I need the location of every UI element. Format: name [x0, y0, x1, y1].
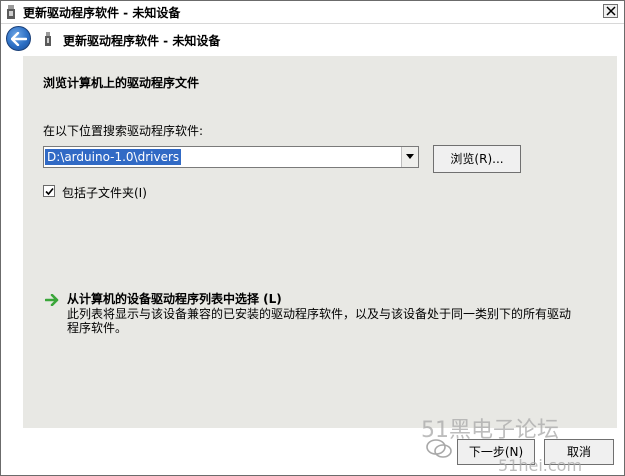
- green-arrow-icon: [44, 293, 59, 307]
- chevron-down-icon: [406, 154, 414, 159]
- pick-driver-link[interactable]: 从计算机的设备驱动程序列表中选择 (L): [67, 290, 282, 307]
- pick-driver-description: 此列表将显示与该设备兼容的已安装的驱动程序软件，以及与该设备处于同一类别下的所有…: [67, 307, 572, 335]
- dialog-window: 更新驱动程序软件 - 未知设备 更新驱动程序软件 - 未知设备 浏览计算机上的驱…: [0, 0, 625, 476]
- window-title: 更新驱动程序软件 - 未知设备: [23, 6, 181, 20]
- back-arrow-icon: [11, 32, 27, 46]
- nav-title: 更新驱动程序软件 - 未知设备: [63, 34, 221, 48]
- usb-device-icon: [5, 5, 17, 19]
- watermark-text: 51黑电子论坛: [421, 418, 559, 443]
- watermark-site: 51hei.com: [498, 456, 583, 475]
- back-button[interactable]: [6, 26, 31, 51]
- include-subfolders-label[interactable]: 包括子文件夹(I): [62, 184, 147, 201]
- usb-device-icon: [44, 32, 52, 46]
- page-heading: 浏览计算机上的驱动程序文件: [43, 76, 200, 90]
- content-panel: 浏览计算机上的驱动程序文件 在以下位置搜索驱动程序软件: D:\arduino-…: [23, 56, 617, 428]
- dropdown-button[interactable]: [401, 147, 418, 167]
- title-bar[interactable]: 更新驱动程序软件 - 未知设备: [1, 1, 624, 24]
- path-combobox[interactable]: D:\arduino-1.0\drivers: [43, 146, 419, 168]
- search-location-label: 在以下位置搜索驱动程序软件:: [43, 124, 204, 138]
- include-subfolders-checkbox[interactable]: [43, 185, 55, 197]
- close-button[interactable]: [603, 4, 618, 18]
- browse-button[interactable]: 浏览(R)...: [433, 145, 521, 173]
- checkmark-icon: [45, 187, 54, 196]
- navigation-bar: 更新驱动程序软件 - 未知设备: [1, 24, 624, 54]
- path-value[interactable]: D:\arduino-1.0\drivers: [45, 149, 182, 165]
- close-icon: [606, 6, 616, 16]
